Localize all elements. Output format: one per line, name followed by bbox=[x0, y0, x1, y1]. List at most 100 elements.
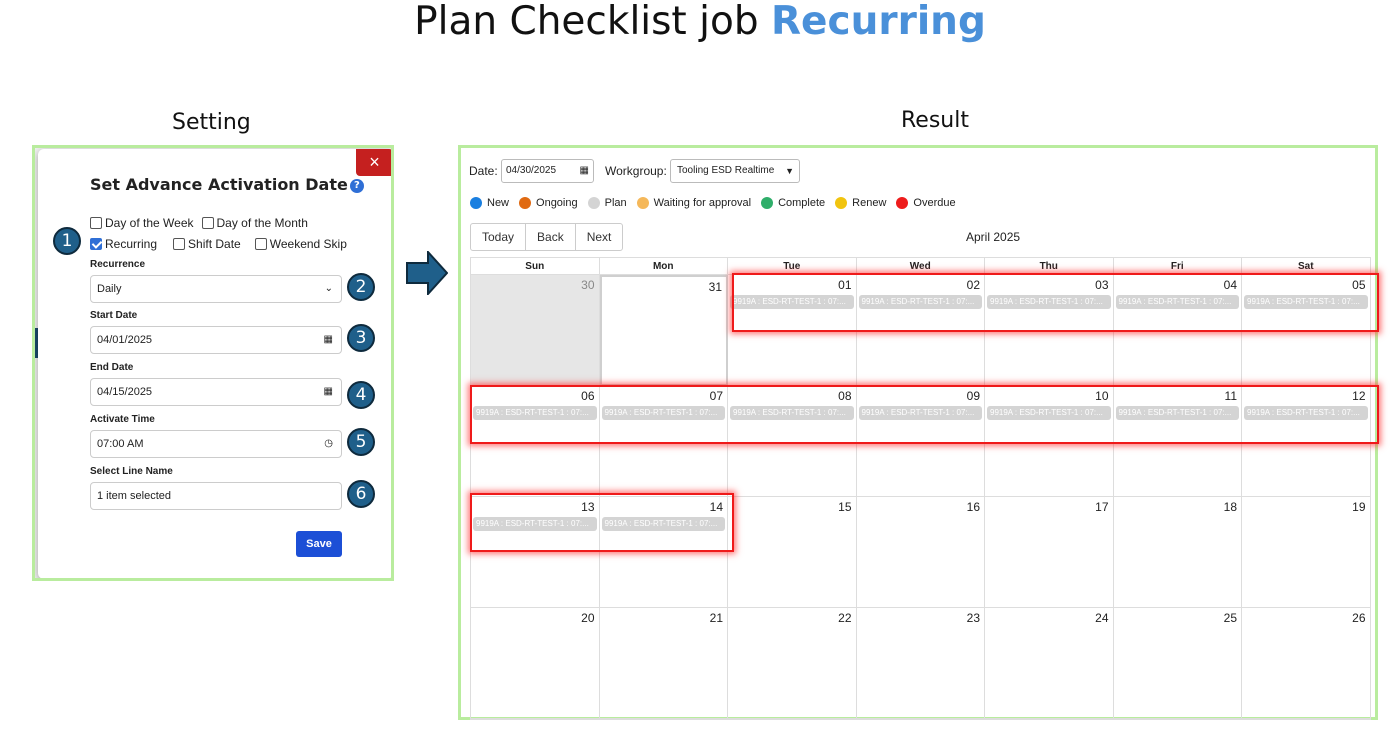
workgroup-label: Workgroup: bbox=[605, 164, 667, 178]
legend-item: Waiting for approval bbox=[636, 197, 752, 209]
calendar-nav: Today Back Next bbox=[470, 223, 624, 251]
calendar-day-cell[interactable]: 20 bbox=[471, 608, 600, 719]
result-label: Result bbox=[901, 108, 969, 133]
legend-item: Ongoing bbox=[519, 197, 578, 209]
calendar-day-cell[interactable]: 31 bbox=[599, 275, 728, 386]
setting-label: Setting bbox=[172, 110, 251, 135]
recurring-checkbox[interactable] bbox=[90, 238, 102, 250]
weekend-skip-label: Weekend Skip bbox=[269, 237, 347, 251]
recurring-option[interactable]: Recurring bbox=[90, 237, 157, 251]
line-name-select[interactable]: 1 item selected bbox=[90, 482, 342, 510]
workgroup-select[interactable]: Tooling ESD Realtime ▼ bbox=[670, 159, 800, 183]
next-button[interactable]: Next bbox=[576, 224, 623, 250]
day-number[interactable]: 19 bbox=[1352, 500, 1365, 514]
end-date-label: End Date bbox=[90, 362, 134, 373]
checkbox-row-2: Recurring Shift Date Weekend Skip bbox=[90, 237, 355, 251]
legend-label: Plan bbox=[604, 197, 627, 209]
day-number[interactable]: 21 bbox=[710, 611, 723, 625]
day-number[interactable]: 18 bbox=[1224, 500, 1237, 514]
activate-time-label: Activate Time bbox=[90, 414, 155, 425]
calendar-day-cell[interactable]: 16 bbox=[856, 497, 985, 608]
day-number[interactable]: 26 bbox=[1352, 611, 1365, 625]
calendar-day-cell[interactable]: 21 bbox=[599, 608, 728, 719]
end-date-input[interactable]: 04/15/2025 ▦ bbox=[90, 378, 342, 406]
recurrence-value: Daily bbox=[97, 283, 122, 295]
shift-date-label: Shift Date bbox=[188, 237, 241, 251]
recurring-label: Recurring bbox=[105, 237, 158, 251]
day-number[interactable]: 31 bbox=[709, 280, 722, 294]
calendar-day-cell[interactable]: 23 bbox=[856, 608, 985, 719]
date-value: 04/30/2025 bbox=[506, 165, 557, 176]
setting-panel: × Set Advance Activation Date? Day of th… bbox=[32, 145, 394, 581]
save-button[interactable]: Save bbox=[296, 531, 342, 557]
calendar-day-cell[interactable]: 22 bbox=[728, 608, 857, 719]
step-5-badge: 5 bbox=[347, 428, 375, 456]
back-button[interactable]: Back bbox=[526, 224, 576, 250]
calendar-day-cell[interactable]: 25 bbox=[1113, 608, 1242, 719]
weekend-skip-option[interactable]: Weekend Skip bbox=[254, 237, 347, 251]
day-of-month-checkbox[interactable] bbox=[201, 217, 214, 229]
start-date-value: 04/01/2025 bbox=[97, 334, 153, 346]
checkbox-row-1: Day of the Week Day of the Month bbox=[90, 216, 316, 230]
day-number[interactable]: 17 bbox=[1095, 500, 1108, 514]
line-name-value: 1 item selected bbox=[97, 490, 171, 502]
title-accent: Recurring bbox=[770, 0, 986, 44]
weekend-skip-checkbox[interactable] bbox=[254, 238, 267, 250]
legend-item: Complete bbox=[761, 197, 825, 209]
step-4-badge: 4 bbox=[347, 381, 375, 409]
clock-icon[interactable]: ◷ bbox=[324, 431, 333, 457]
legend-label: Renew bbox=[852, 197, 887, 209]
end-date-value: 04/15/2025 bbox=[97, 386, 153, 398]
status-dot-icon bbox=[587, 197, 600, 209]
legend-item: New bbox=[470, 197, 509, 209]
calendar-icon[interactable]: ▦ bbox=[324, 379, 333, 405]
day-number[interactable]: 23 bbox=[967, 611, 980, 625]
highlight-week-2 bbox=[470, 385, 1379, 444]
legend-item: Renew bbox=[835, 197, 886, 209]
main-title: Plan Checklist job Recurring bbox=[0, 0, 1400, 44]
calendar-day-cell[interactable]: 26 bbox=[1242, 608, 1371, 719]
day-number[interactable]: 22 bbox=[838, 611, 851, 625]
question-circle-icon[interactable]: ? bbox=[349, 178, 364, 193]
highlight-week-1 bbox=[732, 273, 1379, 332]
weekday-header: Mon bbox=[599, 258, 728, 275]
weekday-header: Sun bbox=[471, 258, 600, 275]
shift-date-option[interactable]: Shift Date bbox=[173, 237, 241, 251]
calendar-day-cell[interactable]: 18 bbox=[1113, 497, 1242, 608]
date-label: Date: bbox=[469, 164, 498, 178]
legend-label: Overdue bbox=[913, 197, 956, 209]
day-of-week-checkbox[interactable] bbox=[90, 217, 102, 229]
day-number[interactable]: 16 bbox=[967, 500, 980, 514]
calendar-day-cell[interactable]: 15 bbox=[728, 497, 857, 608]
day-of-month-option[interactable]: Day of the Month bbox=[201, 216, 308, 230]
close-button[interactable]: × bbox=[356, 149, 391, 176]
step-3-badge: 3 bbox=[347, 324, 375, 352]
calendar-icon[interactable]: ▦ bbox=[580, 160, 589, 182]
activate-time-input[interactable]: 07:00 AM ◷ bbox=[90, 430, 342, 458]
title-prefix: Plan Checklist job bbox=[414, 0, 771, 44]
activate-time-value: 07:00 AM bbox=[97, 438, 144, 450]
legend-label: Waiting for approval bbox=[653, 197, 752, 209]
date-input[interactable]: 04/30/2025 ▦ bbox=[501, 159, 594, 183]
calendar-day-cell[interactable]: 24 bbox=[985, 608, 1114, 719]
shift-date-checkbox[interactable] bbox=[173, 238, 186, 250]
day-of-week-option[interactable]: Day of the Week bbox=[90, 216, 194, 230]
status-legend: New Ongoing Plan Waiting for approval Comple… bbox=[470, 197, 966, 209]
status-dot-icon bbox=[896, 197, 909, 209]
legend-item: Plan bbox=[587, 197, 627, 209]
day-number[interactable]: 25 bbox=[1224, 611, 1237, 625]
day-number[interactable]: 20 bbox=[581, 611, 594, 625]
calendar-day-cell[interactable]: 17 bbox=[985, 497, 1114, 608]
status-dot-icon bbox=[835, 197, 848, 209]
recurrence-select[interactable]: Daily ⌄ bbox=[90, 275, 342, 303]
calendar-day-cell[interactable]: 19 bbox=[1242, 497, 1371, 608]
day-number[interactable]: 15 bbox=[838, 500, 851, 514]
status-dot-icon bbox=[636, 197, 649, 209]
calendar-day-cell[interactable]: 30 bbox=[471, 275, 600, 386]
calendar-icon[interactable]: ▦ bbox=[324, 327, 333, 353]
activation-date-modal: × Set Advance Activation Date? Day of th… bbox=[38, 149, 391, 578]
today-button[interactable]: Today bbox=[471, 224, 527, 250]
day-number[interactable]: 24 bbox=[1095, 611, 1108, 625]
start-date-input[interactable]: 04/01/2025 ▦ bbox=[90, 326, 342, 354]
day-number[interactable]: 30 bbox=[581, 278, 594, 292]
